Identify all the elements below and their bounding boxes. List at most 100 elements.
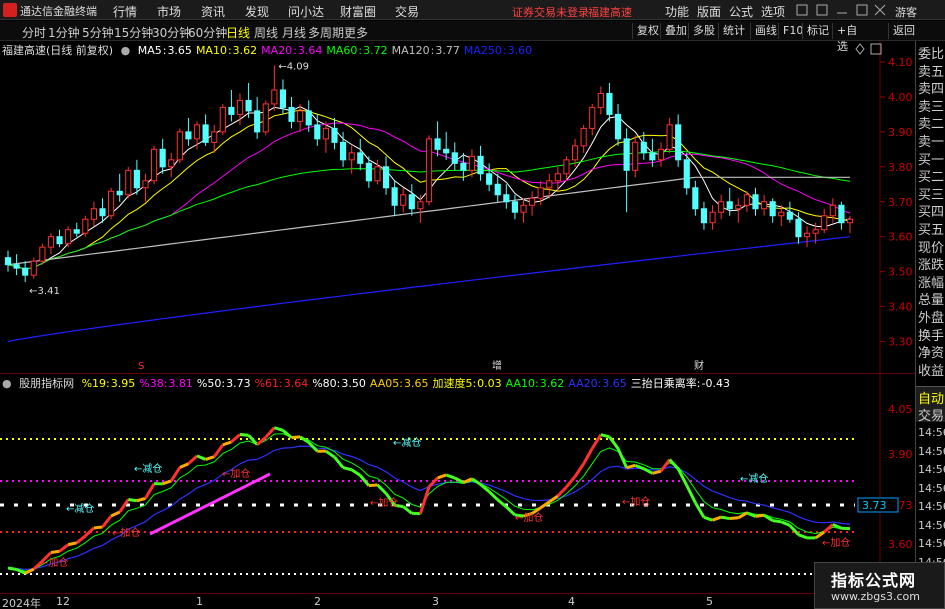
candle-body [752, 194, 759, 210]
indicator-chart[interactable]: 4.05 3.90 3.73 3.60 3.73 ←减仓 ←减仓 ←减仓 ←减仓 ←加仓 ←加仓 ←加… [0, 374, 915, 594]
candle-body [606, 92, 613, 115]
menu-market[interactable]: 市场 [157, 3, 181, 20]
menu-news[interactable]: 资讯 [201, 3, 225, 20]
aa05-segment [58, 543, 70, 553]
indicator-toggle-icon[interactable]: ● [2, 377, 12, 390]
menu-options[interactable]: 选项 [761, 3, 785, 20]
indicator-name: 股朋指标网 [19, 377, 75, 390]
aa05-segment [136, 496, 146, 503]
period-weekly[interactable]: 周线 [254, 24, 278, 41]
period-daily[interactable]: 日线 [226, 24, 250, 41]
candle [846, 215, 854, 234]
tool-add-watchlist[interactable]: +自选 [832, 23, 860, 53]
tab-trade[interactable]: 交易 [918, 405, 944, 424]
aa05-segment [582, 447, 594, 465]
site-watermark: 指标公式网 www.zbgs3.com [814, 562, 945, 609]
tool-stats[interactable]: 统计 [718, 23, 745, 39]
candle-body [108, 190, 115, 217]
period-15min[interactable]: 15分钟 [114, 24, 153, 41]
aa05-segment [264, 426, 276, 439]
tool-back[interactable]: 返回 [888, 23, 915, 39]
aa05-segment [437, 473, 447, 480]
ma-value-4: 3.77 [435, 44, 460, 57]
tool-f10[interactable]: F10 [778, 23, 803, 39]
candle-body [571, 145, 579, 161]
candle [511, 194, 518, 220]
candle [133, 159, 140, 195]
settings-diamond-icon [855, 43, 865, 55]
period-toolbar: 分时 1分钟 5分钟 15分钟 30分钟 60分钟 日线 周线 月线 多周期 更… [0, 21, 945, 53]
candle [116, 173, 123, 202]
candle-body [434, 138, 441, 150]
candle [4, 250, 12, 272]
candle-body [382, 166, 390, 189]
tool-adjust[interactable]: 复权 [632, 23, 659, 39]
candle [176, 128, 183, 164]
candle-body [65, 229, 72, 245]
indicator-pane[interactable]: 4.05 3.90 3.73 3.60 3.73 ←减仓 ←减仓 ←减仓 ←减仓 ←加仓 ←加仓 ←加… [0, 373, 915, 594]
ind-label-7: AA10: [505, 377, 539, 390]
watermark-title: 指标公式网 [831, 571, 917, 590]
quote-row-0: 委比 [918, 47, 945, 62]
candle-body [520, 204, 527, 213]
period-more[interactable]: 更多 [344, 24, 368, 41]
tool-overlay[interactable]: 叠加 [660, 23, 687, 39]
menu-trade[interactable]: 交易 [395, 3, 419, 20]
aa05-segment [179, 462, 190, 469]
quote-row-2: 卖四 [918, 82, 945, 98]
tool-mark[interactable]: 标记 [802, 23, 832, 39]
candle [829, 198, 836, 223]
tool-draw[interactable]: 画线 [750, 23, 777, 39]
candle [486, 163, 493, 192]
ma-value-0: 3.65 [167, 44, 192, 57]
candle-body [563, 159, 570, 175]
period-60min[interactable]: 60分钟 [188, 24, 227, 41]
candle-body [503, 194, 510, 203]
guest-login[interactable]: 游客 [895, 4, 917, 20]
period-30min[interactable]: 30分钟 [152, 24, 191, 41]
tool-multi-stock[interactable]: 多股 [688, 23, 715, 39]
ma-sep: : [502, 44, 507, 57]
kline-pane[interactable]: 4.10 4.00 3.90 3.80 3.70 3.60 3.50 3.40 3.30 ←4.0… [0, 41, 915, 373]
candle-body [90, 208, 97, 220]
kline-chart[interactable]: 4.10 4.00 3.90 3.80 3.70 3.60 3.50 3.40 3.30 ←4.0… [0, 41, 915, 373]
reduce-label-1: ←减仓 [134, 462, 162, 475]
candle [597, 86, 604, 115]
event-marker-2: 财 [694, 359, 704, 372]
menu-assistant[interactable]: 问小达 [288, 3, 324, 20]
candle [692, 180, 699, 216]
add-label-4: ←加仓 [515, 511, 543, 524]
candle [73, 222, 80, 237]
period-monthly[interactable]: 月线 [282, 24, 306, 41]
ind-value-8: 3.65 [602, 377, 627, 390]
reduce-label-0: ←减仓 [66, 502, 94, 515]
period-timeshare[interactable]: 分时 [22, 24, 46, 41]
candle-body [417, 201, 424, 210]
ma-sep: : [293, 44, 297, 57]
sidebar-tab[interactable]: 自动 交易 [916, 386, 945, 424]
menu-function[interactable]: 功能 [665, 3, 689, 20]
period-1min[interactable]: 1分钟 [48, 24, 80, 41]
menu-discover[interactable]: 发现 [245, 3, 269, 20]
candle-body [228, 106, 235, 115]
menu-layout[interactable]: 版面 [697, 3, 721, 20]
candle [39, 243, 46, 265]
candle-body [271, 89, 278, 105]
period-5min[interactable]: 5分钟 [82, 24, 114, 41]
period-multi[interactable]: 多周期 [308, 24, 344, 41]
account-login-status[interactable]: 证券交易未登录 [512, 4, 589, 20]
quote-row-3: 卖三 [918, 99, 945, 115]
aa05-segment [780, 520, 791, 527]
menu-formula[interactable]: 公式 [729, 3, 753, 20]
quote-row-15: 外盘 [918, 311, 945, 326]
candle-body [632, 141, 639, 171]
candle [219, 103, 226, 136]
candle-body [22, 267, 29, 276]
menu-quotes[interactable]: 行情 [113, 3, 137, 20]
ind-label-6: 加速度5: [432, 377, 477, 390]
candle-body [374, 166, 381, 182]
aa05-segment [7, 566, 17, 571]
menu-wealth-circle[interactable]: 财富圈 [340, 3, 376, 20]
date-label-3: 2 [314, 595, 321, 608]
ma-toggle-icon[interactable]: ● [121, 44, 131, 57]
